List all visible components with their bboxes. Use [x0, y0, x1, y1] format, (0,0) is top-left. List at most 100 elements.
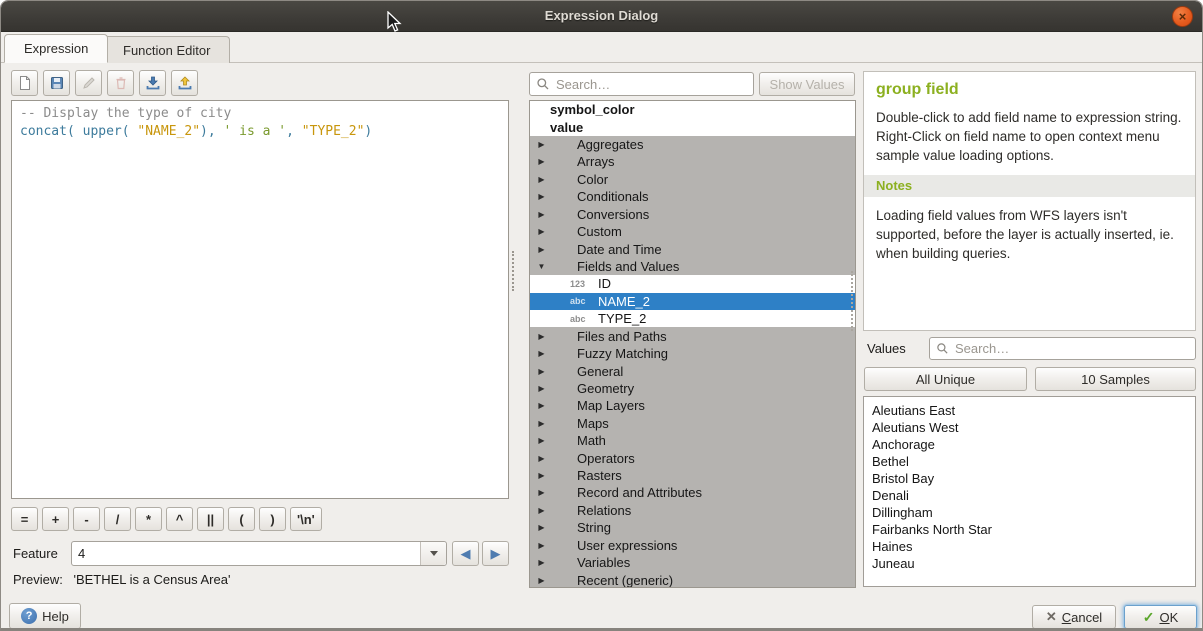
export-up-arrow-icon: [177, 75, 193, 91]
expand-arrow-icon: [534, 576, 549, 585]
operator-button[interactable]: ): [259, 507, 286, 531]
operator-button[interactable]: ||: [197, 507, 224, 531]
new-file-icon: [17, 75, 33, 91]
tree-item-label: Math: [577, 433, 606, 448]
new-expression-button[interactable]: [11, 70, 38, 96]
tree-item-label: Map Layers: [577, 398, 645, 413]
values-search-input[interactable]: [953, 340, 1189, 357]
function-tree-item[interactable]: Fields and Values: [530, 258, 855, 275]
function-tree-item[interactable]: Maps: [530, 415, 855, 432]
value-item[interactable]: Juneau: [872, 555, 1187, 572]
function-tree-item[interactable]: Aggregates: [530, 136, 855, 153]
search-icon: [936, 342, 949, 355]
tree-item-label: Fuzzy Matching: [577, 346, 668, 361]
value-item[interactable]: Haines: [872, 538, 1187, 555]
expand-arrow-icon: [534, 262, 549, 271]
show-values-button[interactable]: Show Values: [759, 72, 855, 96]
tree-item-label: ID: [598, 276, 611, 291]
tab-function-editor[interactable]: Function Editor: [103, 36, 230, 63]
value-item[interactable]: Bethel: [872, 453, 1187, 470]
operator-button[interactable]: =: [11, 507, 38, 531]
expression-editor[interactable]: -- Display the type of city concat( uppe…: [11, 100, 509, 499]
function-tree-item[interactable]: Math: [530, 432, 855, 449]
value-item[interactable]: Anchorage: [872, 436, 1187, 453]
expand-arrow-icon: [534, 454, 549, 463]
function-tree-item[interactable]: Files and Paths: [530, 327, 855, 344]
operator-button[interactable]: (: [228, 507, 255, 531]
pencil-icon: [81, 75, 97, 91]
value-item[interactable]: Dillingham: [872, 504, 1187, 521]
function-tree-item[interactable]: Conditionals: [530, 188, 855, 205]
function-search[interactable]: [529, 72, 754, 96]
function-tree-item[interactable]: Variables: [530, 554, 855, 571]
help-button[interactable]: ? Help: [9, 603, 81, 629]
save-expression-button[interactable]: [43, 70, 70, 96]
function-tree-item[interactable]: Rasters: [530, 467, 855, 484]
value-item[interactable]: Aleutians East: [872, 402, 1187, 419]
function-tree-item[interactable]: String: [530, 519, 855, 536]
tab-expression[interactable]: Expression: [4, 34, 108, 63]
function-tree-item[interactable]: Map Layers: [530, 397, 855, 414]
ok-button[interactable]: ✓ OK: [1124, 605, 1197, 629]
function-tree-item[interactable]: Relations: [530, 502, 855, 519]
left-triangle-icon: ◀: [461, 546, 471, 562]
operator-button[interactable]: *: [135, 507, 162, 531]
mouse-cursor: [387, 11, 404, 35]
values-search[interactable]: [929, 337, 1196, 360]
function-tree-item[interactable]: value: [530, 118, 855, 135]
close-button[interactable]: ×: [1172, 6, 1193, 27]
function-search-input[interactable]: [554, 76, 747, 93]
function-tree: symbol_color value Aggregates Arrays: [529, 100, 856, 588]
delete-expression-button[interactable]: [107, 70, 134, 96]
function-tree-item[interactable]: abc TYPE_2: [530, 310, 855, 327]
close-icon: ×: [1179, 10, 1187, 23]
tree-scrollbar[interactable]: [851, 271, 854, 331]
previous-feature-button[interactable]: ◀: [452, 541, 479, 566]
function-tree-item[interactable]: Operators: [530, 449, 855, 466]
tree-item-label: Record and Attributes: [577, 485, 702, 500]
function-tree-item[interactable]: Fuzzy Matching: [530, 345, 855, 362]
function-tree-item[interactable]: General: [530, 362, 855, 379]
panel-splitter-handle[interactable]: [512, 251, 516, 291]
value-item[interactable]: Aleutians West: [872, 419, 1187, 436]
function-tree-item[interactable]: Conversions: [530, 206, 855, 223]
preview-label: Preview:: [13, 572, 63, 587]
help-paragraph: Right-Click on field name to open contex…: [876, 127, 1183, 165]
function-tree-item[interactable]: symbol_color: [530, 101, 855, 118]
value-item[interactable]: Bristol Bay: [872, 470, 1187, 487]
tab-label: Expression: [24, 41, 88, 56]
all-unique-button[interactable]: All Unique: [864, 367, 1027, 391]
function-tree-item[interactable]: User expressions: [530, 537, 855, 554]
ten-samples-button[interactable]: 10 Samples: [1035, 367, 1196, 391]
operator-button[interactable]: ^: [166, 507, 193, 531]
field-values-list: Aleutians East Aleutians West Anchorage …: [863, 396, 1196, 587]
tree-item-label: Custom: [577, 224, 622, 239]
function-tree-item[interactable]: Geometry: [530, 380, 855, 397]
function-tree-item[interactable]: Custom: [530, 223, 855, 240]
export-expressions-button[interactable]: [171, 70, 198, 96]
feature-combo[interactable]: [71, 541, 447, 566]
value-item[interactable]: Denali: [872, 487, 1187, 504]
function-tree-item[interactable]: Date and Time: [530, 240, 855, 257]
expand-arrow-icon: [534, 349, 549, 358]
function-tree-item[interactable]: Record and Attributes: [530, 484, 855, 501]
function-tree-item[interactable]: Recent (generic): [530, 571, 855, 588]
function-tree-item[interactable]: abc NAME_2: [530, 293, 855, 310]
expand-arrow-icon: [534, 227, 549, 236]
operator-button[interactable]: -: [73, 507, 100, 531]
function-tree-item[interactable]: 123 ID: [530, 275, 855, 292]
value-item[interactable]: Fairbanks North Star: [872, 521, 1187, 538]
edit-expression-button[interactable]: [75, 70, 102, 96]
expand-arrow-icon: [534, 541, 549, 550]
operator-button[interactable]: +: [42, 507, 69, 531]
operator-button[interactable]: '\n': [290, 507, 322, 531]
feature-input[interactable]: [72, 542, 420, 565]
function-tree-item[interactable]: Arrays: [530, 153, 855, 170]
tree-item-label: Fields and Values: [577, 259, 679, 274]
operator-button[interactable]: /: [104, 507, 131, 531]
cancel-button[interactable]: ✕ Cancel: [1032, 605, 1116, 629]
import-expressions-button[interactable]: [139, 70, 166, 96]
feature-dropdown-button[interactable]: [420, 542, 446, 565]
next-feature-button[interactable]: ▶: [482, 541, 509, 566]
function-tree-item[interactable]: Color: [530, 171, 855, 188]
